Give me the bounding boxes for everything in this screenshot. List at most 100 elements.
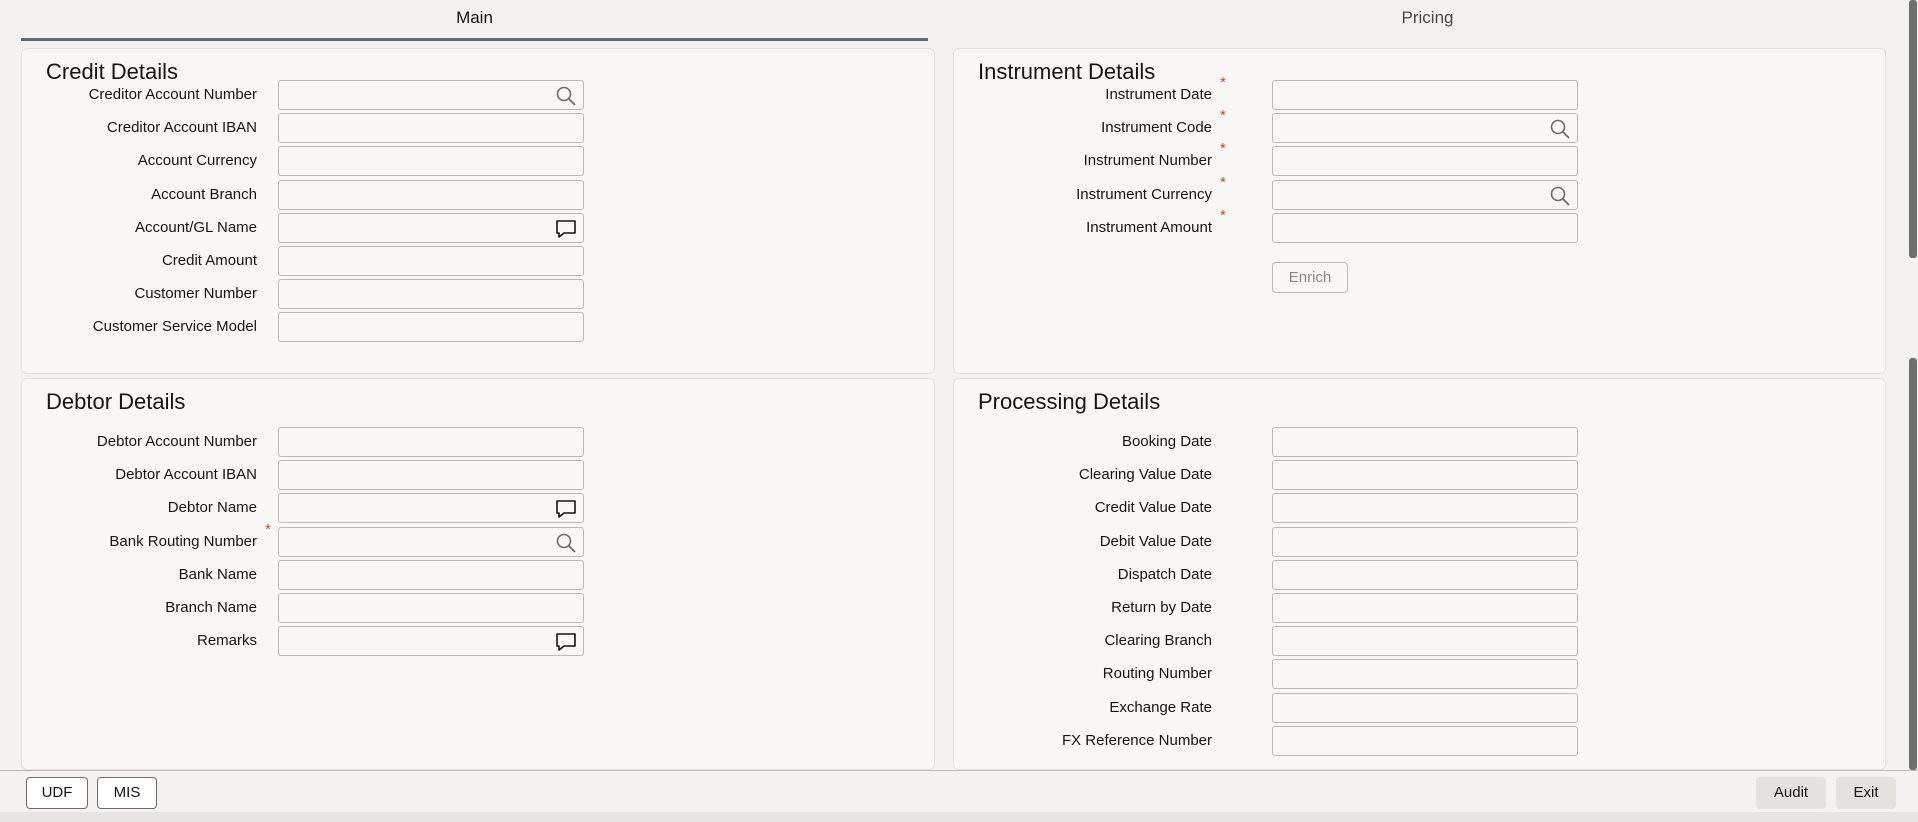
form-row-instrument-currency: * Instrument Currency	[954, 174, 1885, 210]
credit-amount-input[interactable]	[278, 246, 584, 276]
clearing-branch-input[interactable]	[1272, 626, 1578, 656]
processing-details-title: Processing Details	[978, 389, 1161, 414]
instrument-amount-input[interactable]	[1272, 213, 1578, 243]
exchange-rate-label: Exchange Rate	[1109, 699, 1212, 716]
form-row-account-gl-name: Account/GL Name	[22, 213, 934, 243]
form-row-creditor-account-iban: Creditor Account IBAN	[22, 113, 934, 143]
search-icon[interactable]	[555, 85, 577, 107]
form-row-return-by-date: Return by Date	[954, 593, 1885, 623]
required-marker: *	[265, 521, 271, 538]
instrument-date-label: Instrument Date	[1105, 86, 1212, 103]
form-row-instrument-number: * Instrument Number	[954, 140, 1885, 176]
debit-value-date-input[interactable]	[1272, 527, 1578, 557]
routing-number-input[interactable]	[1272, 659, 1578, 689]
udf-button[interactable]: UDF	[26, 777, 88, 809]
instrument-amount-label: Instrument Amount	[1086, 219, 1212, 236]
tab-pricing[interactable]: Pricing	[955, 0, 1900, 38]
form-row-remarks: Remarks	[22, 626, 934, 656]
account-currency-label: Account Currency	[137, 152, 257, 169]
creditor-account-number-input[interactable]	[278, 80, 584, 110]
comment-icon[interactable]	[555, 631, 577, 653]
return-by-date-label: Return by Date	[1111, 599, 1212, 616]
instrument-date-input[interactable]	[1272, 80, 1578, 110]
credit-value-date-input[interactable]	[1272, 493, 1578, 523]
debtor-name-label: Debtor Name	[167, 499, 257, 516]
search-icon[interactable]	[1549, 185, 1571, 207]
instrument-code-input[interactable]	[1272, 113, 1578, 143]
audit-button[interactable]: Audit	[1756, 777, 1826, 809]
form-row-bank-routing-number: * Bank Routing Number	[22, 521, 934, 557]
instrument-number-label: Instrument Number	[1083, 152, 1212, 169]
instrument-number-input[interactable]	[1272, 146, 1578, 176]
debtor-account-iban-input[interactable]	[278, 460, 584, 490]
creditor-account-iban-input[interactable]	[278, 113, 584, 143]
form-row-credit-value-date: Credit Value Date	[954, 493, 1885, 523]
booking-date-label: Booking Date	[1121, 433, 1212, 450]
exit-button[interactable]: Exit	[1836, 777, 1896, 809]
remarks-label: Remarks	[196, 632, 257, 649]
remarks-input[interactable]	[278, 626, 584, 656]
bottom-strip	[0, 812, 1918, 822]
scrollbar-thumb-lower[interactable]	[1909, 358, 1917, 770]
customer-service-model-input[interactable]	[278, 312, 584, 342]
bank-routing-number-input[interactable]	[278, 527, 584, 557]
tab-main[interactable]: Main	[21, 0, 928, 41]
comment-icon[interactable]	[555, 498, 577, 520]
creditor-account-number-label: Creditor Account Number	[88, 86, 257, 103]
clearing-value-date-input[interactable]	[1272, 460, 1578, 490]
debit-value-date-label: Debit Value Date	[1099, 533, 1212, 550]
enrich-button[interactable]: Enrich	[1272, 262, 1348, 293]
credit-value-date-label: Credit Value Date	[1094, 499, 1212, 516]
credit-details-panel: Credit Details Creditor Account Number Cr…	[21, 48, 935, 374]
required-marker: *	[1220, 207, 1226, 224]
form-row-debit-value-date: Debit Value Date	[954, 527, 1885, 557]
mis-button[interactable]: MIS	[97, 777, 157, 809]
form-row-account-currency: Account Currency	[22, 146, 934, 176]
form-row-clearing-branch: Clearing Branch	[954, 626, 1885, 656]
form-row-dispatch-date: Dispatch Date	[954, 560, 1885, 590]
search-icon[interactable]	[555, 532, 577, 554]
account-branch-input[interactable]	[278, 180, 584, 210]
search-icon[interactable]	[1549, 118, 1571, 140]
debtor-account-number-input[interactable]	[278, 427, 584, 457]
account-currency-input[interactable]	[278, 146, 584, 176]
scrollbar-thumb-upper[interactable]	[1909, 0, 1917, 258]
form-row-clearing-value-date: Clearing Value Date	[954, 460, 1885, 490]
bank-name-label: Bank Name	[178, 566, 257, 583]
bank-routing-number-label: Bank Routing Number	[109, 533, 257, 550]
form-row-instrument-date: * Instrument Date	[954, 74, 1885, 110]
fx-reference-number-label: FX Reference Number	[1061, 732, 1212, 749]
account-branch-label: Account Branch	[151, 186, 257, 203]
fx-reference-number-input[interactable]	[1272, 726, 1578, 756]
form-row-branch-name: Branch Name	[22, 593, 934, 623]
form-row-debtor-account-iban: Debtor Account IBAN	[22, 460, 934, 490]
footer-bar: UDF MIS Audit Exit	[0, 770, 1918, 813]
instrument-currency-input[interactable]	[1272, 180, 1578, 210]
dispatch-date-input[interactable]	[1272, 560, 1578, 590]
form-row-creditor-account-number: Creditor Account Number	[22, 80, 934, 110]
routing-number-label: Routing Number	[1102, 665, 1212, 682]
dispatch-date-label: Dispatch Date	[1117, 566, 1212, 583]
comment-icon[interactable]	[555, 218, 577, 240]
debtor-name-input[interactable]	[278, 493, 584, 523]
form-row-customer-service-model: Customer Service Model	[22, 312, 934, 342]
branch-name-input[interactable]	[278, 593, 584, 623]
instrument-currency-label: Instrument Currency	[1076, 186, 1212, 203]
credit-amount-label: Credit Amount	[161, 252, 257, 269]
exchange-rate-input[interactable]	[1272, 693, 1578, 723]
customer-number-input[interactable]	[278, 279, 584, 309]
form-row-customer-number: Customer Number	[22, 279, 934, 309]
bank-name-input[interactable]	[278, 560, 584, 590]
form-row-debtor-account-number: Debtor Account Number	[22, 427, 934, 457]
form-row-routing-number: Routing Number	[954, 659, 1885, 689]
account-gl-name-input[interactable]	[278, 213, 584, 243]
booking-date-input[interactable]	[1272, 427, 1578, 457]
debtor-account-number-label: Debtor Account Number	[96, 433, 257, 450]
clearing-branch-label: Clearing Branch	[1104, 632, 1212, 649]
required-marker: *	[1220, 174, 1226, 191]
debtor-details-title: Debtor Details	[46, 389, 186, 414]
required-marker: *	[1220, 107, 1226, 124]
required-marker: *	[1220, 140, 1226, 157]
instrument-details-panel: Instrument Details Enrich * Instrument Da…	[953, 48, 1886, 374]
return-by-date-input[interactable]	[1272, 593, 1578, 623]
